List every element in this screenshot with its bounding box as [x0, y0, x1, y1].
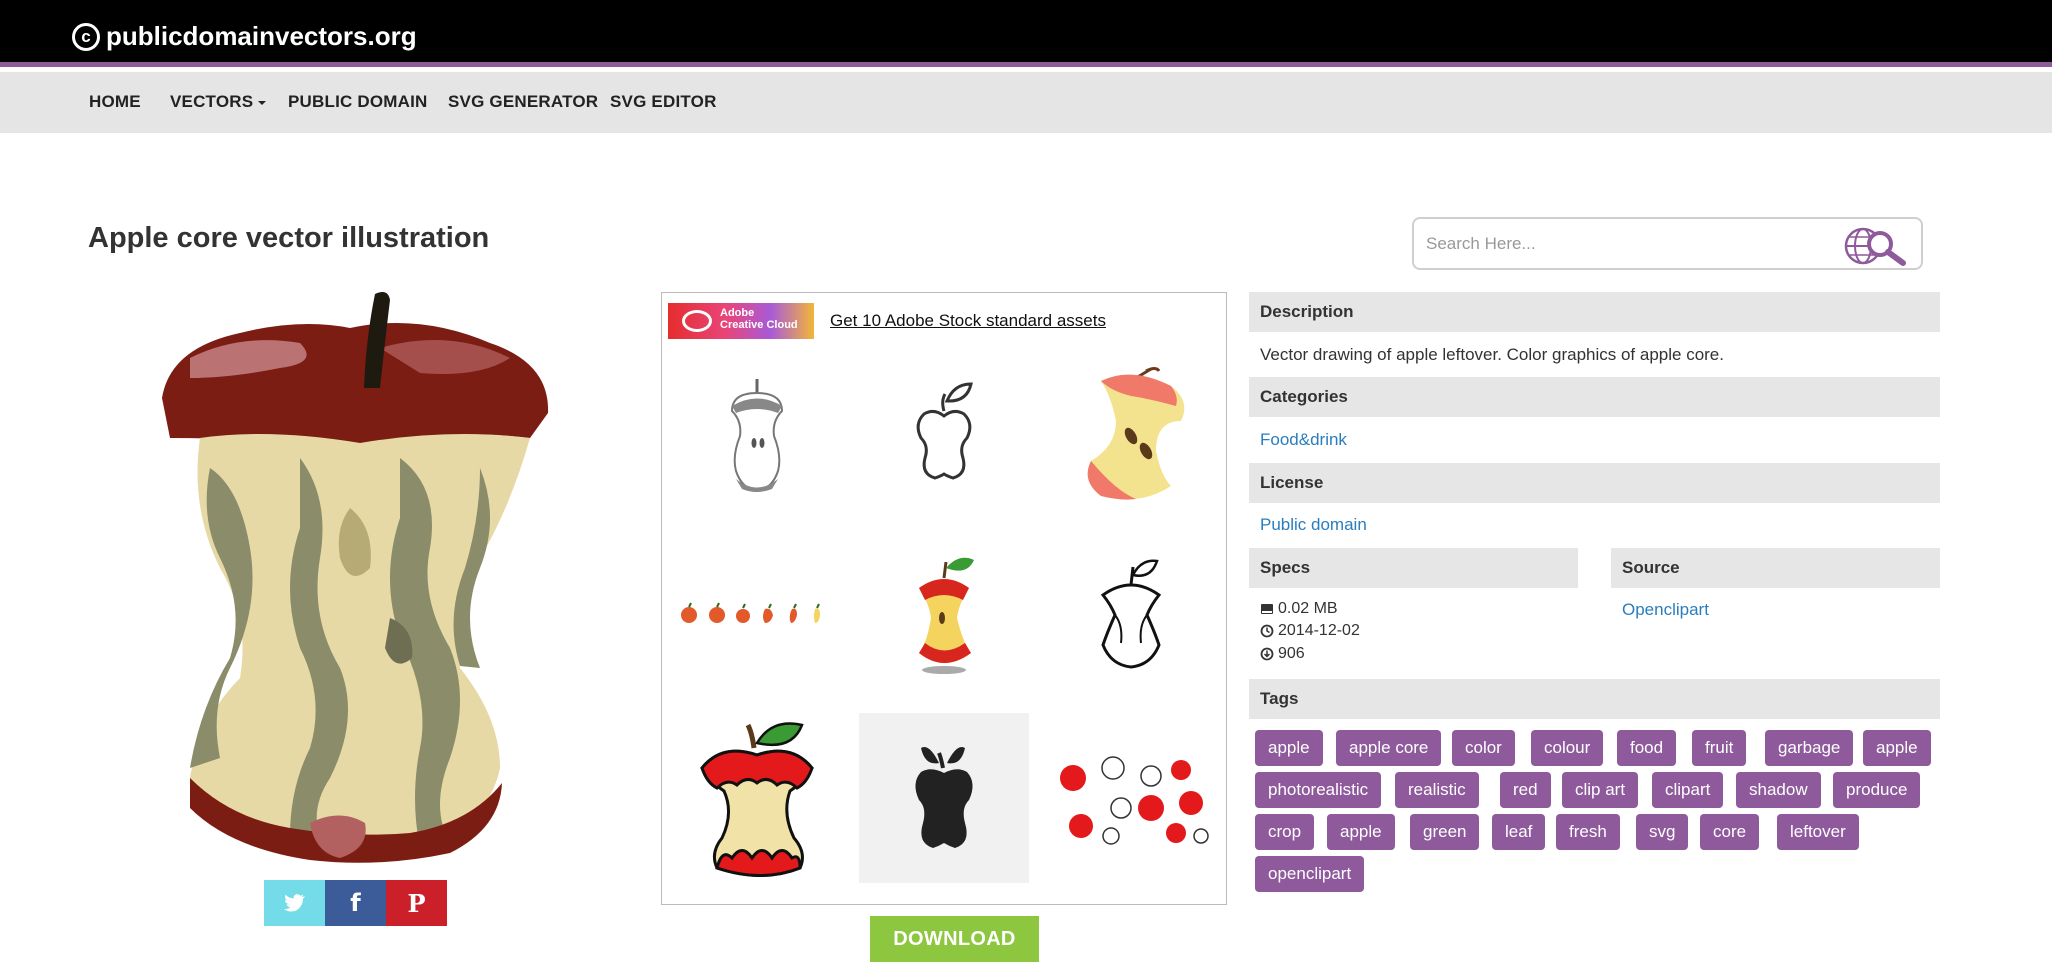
tag[interactable]: core: [1700, 814, 1760, 850]
chevron-down-icon: [258, 100, 267, 105]
tag[interactable]: color: [1452, 730, 1515, 766]
ad-thumb-apple-core-sequence[interactable]: [672, 528, 842, 698]
badge-line-1: Adobe: [720, 307, 755, 319]
share-facebook-button[interactable]: f: [325, 880, 386, 926]
nav-svg-generator[interactable]: SVG GENERATOR: [448, 92, 598, 112]
tag[interactable]: clipart: [1652, 772, 1724, 808]
share-twitter-button[interactable]: [264, 880, 325, 926]
description-heading: Description: [1249, 292, 1940, 332]
ad-thumb-flat-apple-core[interactable]: [1046, 351, 1216, 521]
download-button[interactable]: DOWNLOAD: [870, 916, 1039, 962]
date-value: 2014-12-02: [1278, 622, 1360, 639]
adobe-stock-ad: Adobe Creative Cloud Get 10 Adobe Stock …: [661, 292, 1227, 905]
tag[interactable]: garbage: [1765, 730, 1854, 766]
specs-heading: Specs: [1249, 548, 1578, 588]
tag[interactable]: apple: [1863, 730, 1931, 766]
ad-thumb-black-apple-silhouette[interactable]: [859, 713, 1029, 883]
tag[interactable]: apple: [1255, 730, 1323, 766]
category-link[interactable]: Food&drink: [1260, 430, 1347, 450]
ad-thumb-outline-apple[interactable]: [859, 351, 1029, 521]
spec-downloads: 906: [1260, 645, 1305, 663]
share-pinterest-button[interactable]: P: [386, 880, 447, 926]
nav-public-domain[interactable]: PUBLIC DOMAIN: [288, 92, 428, 112]
spec-file-size: 0.02 MB: [1260, 600, 1338, 618]
nav-svg-editor[interactable]: SVG EDITOR: [610, 92, 717, 112]
nav-vectors[interactable]: VECTORS: [170, 92, 267, 112]
categories-heading: Categories: [1249, 377, 1940, 417]
tag[interactable]: svg: [1636, 814, 1689, 850]
main-nav: HOME VECTORS PUBLIC DOMAIN SVG GENERATOR…: [0, 72, 2052, 133]
download-count-icon: [1260, 647, 1274, 661]
license-link[interactable]: Public domain: [1260, 515, 1367, 535]
nav-home[interactable]: HOME: [89, 92, 141, 112]
tag[interactable]: fruit: [1692, 730, 1747, 766]
tag[interactable]: leaf: [1492, 814, 1546, 850]
tag[interactable]: apple: [1327, 814, 1395, 850]
search-box: [1412, 217, 1923, 270]
ad-thumb-gray-apple-core[interactable]: [672, 351, 842, 521]
description-text: Vector drawing of apple leftover. Color …: [1260, 345, 1724, 364]
twitter-icon: [283, 894, 305, 912]
site-logo[interactable]: c publicdomainvectors.org: [72, 21, 417, 52]
tag[interactable]: apple core: [1336, 730, 1442, 766]
tag[interactable]: shadow: [1736, 772, 1821, 808]
pinterest-icon: P: [407, 888, 426, 918]
clock-icon: [1260, 624, 1274, 638]
tag[interactable]: produce: [1833, 772, 1921, 808]
adobe-stock-link[interactable]: Get 10 Adobe Stock standard assets: [830, 311, 1106, 331]
license-heading: License: [1249, 463, 1940, 503]
ad-thumb-red-apple-core[interactable]: [859, 528, 1029, 698]
nav-vectors-label: VECTORS: [170, 92, 254, 111]
source-heading: Source: [1611, 548, 1940, 588]
ad-thumb-apple-pattern[interactable]: [1046, 713, 1216, 883]
ad-thumb-cartoon-apple-core[interactable]: [672, 713, 842, 883]
tag[interactable]: colour: [1531, 730, 1604, 766]
file-size-value: 0.02 MB: [1278, 600, 1338, 617]
hard-drive-icon: [1261, 604, 1273, 614]
tag[interactable]: crop: [1255, 814, 1315, 850]
tag[interactable]: green: [1410, 814, 1480, 850]
source-link[interactable]: Openclipart: [1622, 600, 1709, 620]
downloads-value: 906: [1278, 645, 1305, 662]
logo-mark-icon: c: [72, 22, 100, 51]
tag[interactable]: fresh: [1556, 814, 1620, 850]
tag[interactable]: leftover: [1777, 814, 1859, 850]
logo-text: publicdomainvectors.org: [106, 21, 417, 51]
adobe-creative-cloud-badge[interactable]: Adobe Creative Cloud: [668, 303, 814, 339]
tag[interactable]: openclipart: [1255, 856, 1365, 892]
tags-heading: Tags: [1249, 679, 1940, 719]
creative-cloud-icon: [682, 310, 712, 332]
tag[interactable]: food: [1617, 730, 1677, 766]
search-input[interactable]: [1426, 229, 1826, 259]
page-title: Apple core vector illustration: [88, 222, 490, 254]
tag[interactable]: red: [1500, 772, 1551, 808]
site-header: c publicdomainvectors.org: [0, 0, 2052, 67]
tag[interactable]: realistic: [1395, 772, 1479, 808]
tag[interactable]: photorealistic: [1255, 772, 1382, 808]
apple-core-illustration: [150, 288, 560, 863]
badge-line-2: Creative Cloud: [720, 319, 798, 331]
globe-search-icon[interactable]: [1841, 224, 1911, 266]
tag[interactable]: clip art: [1562, 772, 1639, 808]
spec-date: 2014-12-02: [1260, 622, 1360, 640]
facebook-icon: f: [350, 889, 361, 917]
ad-thumb-outline-apple-core[interactable]: [1046, 528, 1216, 698]
